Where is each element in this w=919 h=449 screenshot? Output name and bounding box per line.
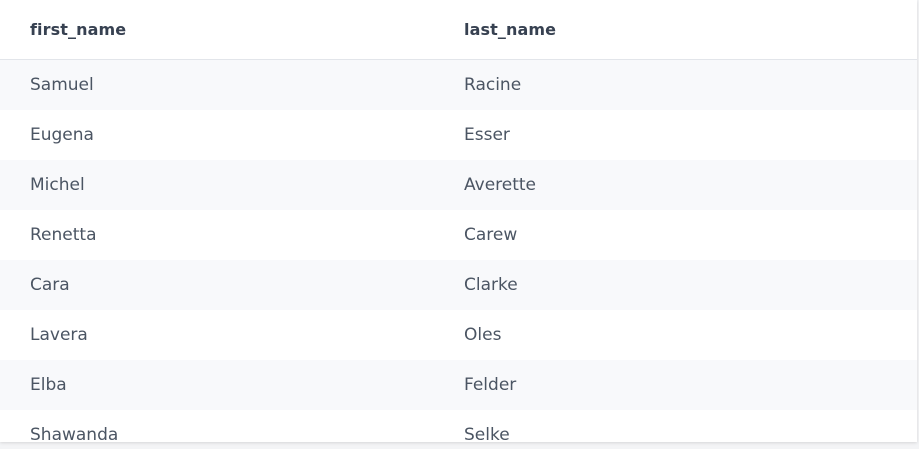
data-table: first_name last_name Samuel Racine Eugen… (0, 0, 917, 442)
cell-first-name: Samuel (30, 75, 94, 95)
cell-last-name: Clarke (464, 275, 518, 295)
cell-last-name: Oles (464, 325, 502, 345)
cell-first-name: Lavera (30, 325, 88, 345)
cell-last-name: Averette (464, 175, 537, 195)
cell-last-name: Selke (464, 425, 510, 442)
column-header-last-name[interactable]: last_name (434, 20, 917, 39)
cell-first-name: Shawanda (30, 425, 119, 442)
cell-first-name: Elba (30, 375, 67, 395)
cell-last-name: Felder (464, 375, 517, 395)
cell-first-name: Cara (30, 275, 70, 295)
table-body: Samuel Racine Eugena Esser Michel Averet… (0, 60, 917, 442)
cell-last-name: Esser (464, 125, 510, 145)
table-row[interactable]: Renetta Carew (0, 210, 917, 260)
column-header-first-name[interactable]: first_name (0, 20, 434, 39)
cell-last-name: Carew (464, 225, 518, 245)
table-row[interactable]: Lavera Oles (0, 310, 917, 360)
table-row[interactable]: Samuel Racine (0, 60, 917, 110)
cell-first-name: Renetta (30, 225, 97, 245)
table-row[interactable]: Cara Clarke (0, 260, 917, 310)
table-header: first_name last_name (0, 0, 917, 60)
cell-last-name: Racine (464, 75, 522, 95)
table-row[interactable]: Elba Felder (0, 360, 917, 410)
table-row[interactable]: Michel Averette (0, 160, 917, 210)
table-row[interactable]: Shawanda Selke (0, 410, 917, 442)
cell-first-name: Eugena (30, 125, 94, 145)
table-row[interactable]: Eugena Esser (0, 110, 917, 160)
cell-first-name: Michel (30, 175, 85, 195)
